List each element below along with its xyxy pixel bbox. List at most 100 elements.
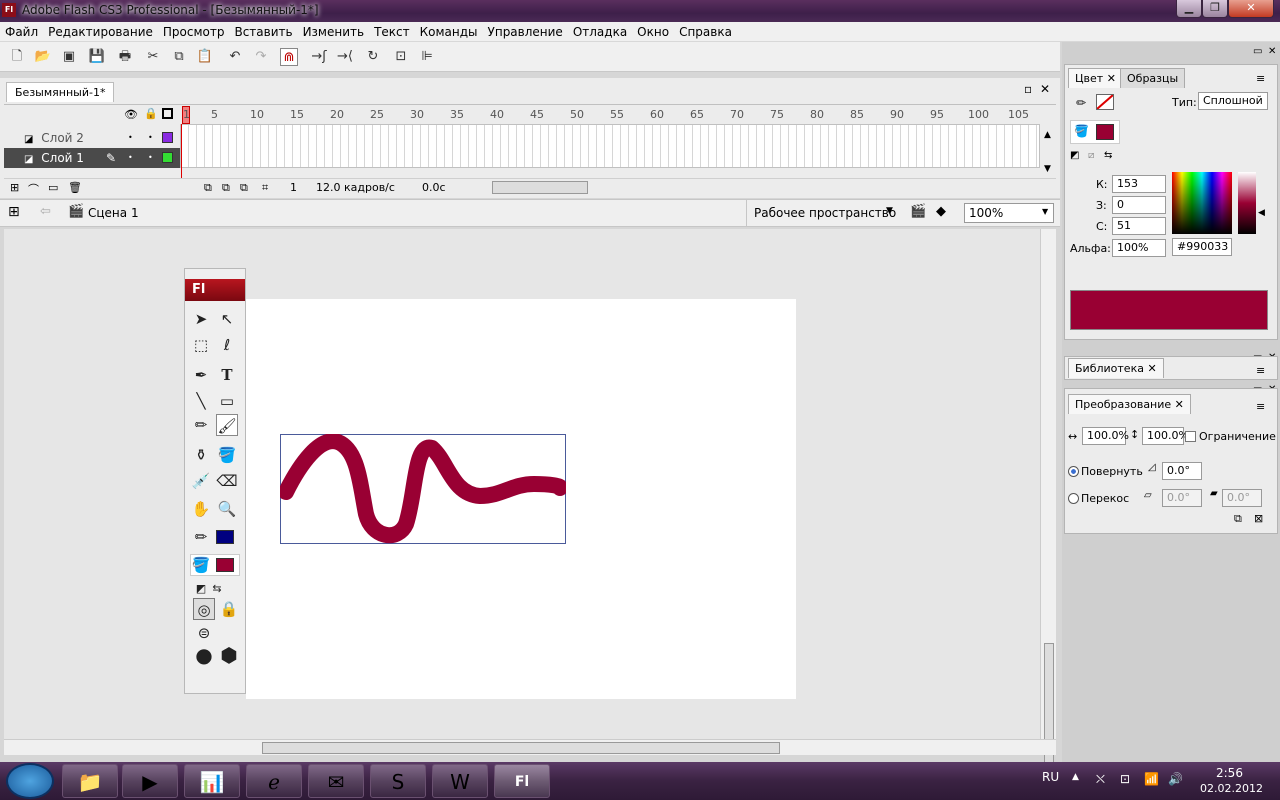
start-button[interactable] [6, 763, 54, 799]
brush-shape-icon[interactable]: ⬢ [218, 644, 240, 666]
zoom-tool-icon[interactable]: 🔍 [216, 498, 238, 520]
print-icon[interactable]: 🖶 [116, 48, 134, 66]
scene-name[interactable]: Сцена 1 [88, 206, 139, 220]
layer-row-2[interactable]: ◪ Слой 2 • • [4, 128, 180, 148]
brush-size-icon[interactable]: ● [193, 644, 215, 666]
layer-row-1[interactable]: ◪ Слой 1 ✎ • • [4, 148, 180, 168]
free-transform-tool-icon[interactable]: ⬚ [190, 334, 212, 356]
stage-vertical-scrollbar[interactable] [1040, 229, 1056, 773]
hex-input[interactable]: #990033 [1172, 238, 1232, 256]
back-arrow-icon[interactable]: ⇦ [40, 204, 51, 219]
internet-explorer-taskbar-icon[interactable]: ℯ [246, 764, 302, 798]
chevron-down-icon[interactable]: ▼ [886, 206, 893, 216]
save-icon[interactable]: 💾 [88, 48, 106, 66]
smooth-icon[interactable]: →ʃ [310, 48, 328, 66]
swap-colors-icon[interactable]: ⇆ [206, 578, 228, 600]
green-input[interactable]: 0 [1112, 196, 1166, 214]
rotate-skew-icon[interactable]: ↻ [364, 48, 382, 66]
explorer-taskbar-icon[interactable]: 📁 [62, 764, 118, 798]
clock-time[interactable]: 2:56 [1216, 766, 1243, 780]
paste-icon[interactable]: 📋 [196, 48, 214, 66]
menu-window[interactable]: Окно [632, 22, 674, 42]
delete-layer-icon[interactable]: 🗑 [68, 181, 82, 194]
outline-icon[interactable] [162, 108, 173, 119]
tab-color[interactable]: Цвет ✕ [1068, 68, 1123, 88]
media-player-taskbar-icon[interactable]: ▶ [122, 764, 178, 798]
show-hide-eye-icon[interactable]: 👁 [124, 108, 138, 121]
layer-lock-dot[interactable]: • [148, 148, 153, 168]
tray-expand-icon[interactable]: ▲ [1072, 772, 1079, 782]
clock-date[interactable]: 02.02.2012 [1200, 782, 1263, 795]
edit-multiple-frames-icon[interactable]: ⌗ [262, 181, 268, 195]
type-select[interactable]: Сплошной [1198, 92, 1268, 110]
tab-transform[interactable]: Преобразование ✕ [1068, 394, 1191, 414]
selection-tool-icon[interactable]: ➤ [190, 308, 212, 330]
tray-network-icon[interactable]: ⊡ [1120, 772, 1130, 786]
rectangle-tool-icon[interactable]: ▭ [216, 390, 238, 412]
redo-icon[interactable]: ↷ [252, 48, 270, 66]
line-tool-icon[interactable]: ╲ [190, 390, 212, 412]
edit-symbols-icon[interactable]: ◆ [936, 204, 946, 219]
panel-menu-icon[interactable]: ≡ [1256, 400, 1265, 413]
layer-visible-dot[interactable]: • [128, 128, 133, 148]
layer-outline-color[interactable] [162, 152, 173, 163]
eraser-tool-icon[interactable]: ⌫ [216, 470, 238, 492]
minimize-button[interactable]: ▁ [1176, 0, 1202, 18]
blue-input[interactable]: 51 [1112, 217, 1166, 235]
flash-taskbar-icon[interactable]: Fl [494, 764, 550, 798]
timeline-toggle-icon[interactable]: ⊞ [8, 204, 20, 220]
tray-volume-icon[interactable]: 🔊 [1168, 772, 1183, 786]
scroll-up-icon[interactable]: ▲ [1044, 130, 1051, 140]
menu-debug[interactable]: Отладка [568, 22, 632, 42]
hscroll-thumb[interactable] [262, 742, 780, 754]
black-white-icon[interactable]: ◩ [1070, 150, 1079, 161]
object-drawing-icon[interactable]: ◎ [193, 598, 215, 620]
panel-minimize-icon[interactable]: ▭ [1253, 46, 1262, 57]
layer-lock-dot[interactable]: • [148, 128, 153, 148]
lock-fill-icon[interactable]: 🔒 [218, 598, 240, 620]
lasso-tool-icon[interactable]: ℓ [216, 334, 238, 356]
maximize-button[interactable]: ❐ [1202, 0, 1228, 18]
stage-horizontal-scrollbar[interactable] [4, 739, 1056, 755]
add-folder-icon[interactable]: ▭ [48, 181, 58, 194]
menu-help[interactable]: Справка [674, 22, 737, 42]
ink-bottle-tool-icon[interactable]: ⚱ [190, 444, 212, 466]
tab-swatches[interactable]: Образцы [1120, 68, 1186, 88]
alpha-input[interactable]: 100% [1112, 239, 1166, 257]
skype-taskbar-icon[interactable]: S [370, 764, 426, 798]
fill-color-swatch[interactable] [216, 558, 234, 572]
tray-signal-icon[interactable]: 📶 [1144, 772, 1159, 786]
outlook-taskbar-icon[interactable]: ✉ [308, 764, 364, 798]
close-doc-icon[interactable]: ✕ [1040, 82, 1050, 96]
copy-icon[interactable]: ⧉ [170, 48, 188, 66]
rotate-radio[interactable] [1068, 466, 1079, 477]
tray-app-icon[interactable]: ⛌ [1096, 772, 1105, 787]
fill-swatch[interactable] [1096, 124, 1114, 140]
stroke-color-swatch[interactable] [216, 530, 234, 544]
panel-menu-icon[interactable]: ≡ [1256, 364, 1265, 377]
add-layer-icon[interactable]: ⊞ [10, 181, 19, 194]
stroke-none-swatch[interactable] [1096, 94, 1114, 110]
brush-tool-icon[interactable]: 🖌 [216, 414, 238, 436]
skew-v-input[interactable]: 0.0° [1222, 489, 1262, 507]
straighten-icon[interactable]: →⟨ [336, 48, 354, 66]
center-frame-icon[interactable]: ⧉ [204, 181, 212, 195]
align-icon[interactable]: ⊫ [418, 48, 436, 66]
red-input[interactable]: 153 [1112, 175, 1166, 193]
close-button[interactable]: ✕ [1228, 0, 1274, 18]
menu-file[interactable]: Файл [0, 22, 43, 42]
workspace-menu[interactable]: Рабочее пространство [754, 206, 896, 220]
menu-commands[interactable]: Команды [415, 22, 483, 42]
menu-text[interactable]: Текст [369, 22, 415, 42]
subselection-tool-icon[interactable]: ↖ [216, 308, 238, 330]
menu-control[interactable]: Управление [483, 22, 568, 42]
reset-transform-icon[interactable]: ⊠ [1254, 512, 1263, 525]
open-bridge-icon[interactable]: ▣ [60, 48, 78, 66]
open-folder-icon[interactable]: 📂 [34, 48, 52, 66]
no-color-icon[interactable]: ⧄ [1088, 150, 1094, 161]
snap-magnet-icon[interactable]: ⋒ [280, 48, 298, 66]
onion-skin-icon[interactable]: ⧉ [222, 181, 230, 195]
cut-icon[interactable]: ✂ [144, 48, 162, 66]
rotate-input[interactable]: 0.0° [1162, 462, 1202, 480]
brush-stroke[interactable] [280, 434, 566, 544]
